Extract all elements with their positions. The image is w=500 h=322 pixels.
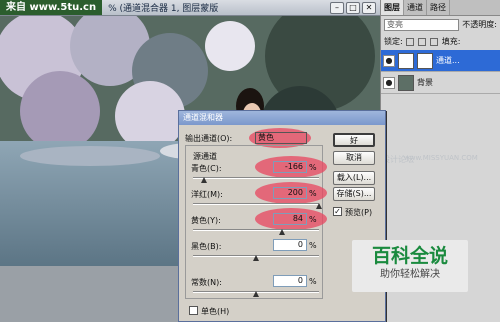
load-button[interactable]: 载入(L)... — [333, 171, 375, 185]
layer-row[interactable]: ● 背景 — [381, 72, 500, 94]
document-titlebar: 来自 www.5tu.cn % (通道混合器 1, 图层蒙版 – □ ✕ — [0, 0, 380, 16]
black-unit: % — [309, 241, 317, 250]
preview-label: 预览(P) — [345, 208, 373, 217]
preview-checkbox[interactable]: ✓ — [333, 207, 342, 216]
layer-name: 通道... — [436, 56, 460, 65]
magenta-input[interactable]: 200 — [273, 187, 307, 199]
panel-tabs: 图层 通道 路径 — [381, 0, 500, 16]
cyan-slider-knob[interactable] — [200, 177, 207, 183]
baike-logo: 百科全说 助你轻松解决 — [352, 240, 468, 292]
eye-icon[interactable]: ● — [383, 76, 395, 89]
cyan-slider[interactable] — [193, 177, 319, 179]
eye-icon[interactable]: ● — [383, 54, 395, 67]
cyan-input[interactable]: -166 — [273, 161, 307, 173]
dialog-title: 通道混和器 — [179, 111, 385, 125]
output-channel-select[interactable]: 黄色 — [255, 132, 307, 144]
maximize-icon[interactable]: □ — [346, 2, 360, 14]
yellow-label: 黄色(Y): — [191, 216, 221, 225]
site-url-watermark: www.MISSYUAN.COM — [404, 154, 478, 162]
save-button[interactable]: 存储(S)... — [333, 187, 375, 201]
yellow-unit: % — [309, 215, 317, 224]
minimize-icon[interactable]: – — [330, 2, 344, 14]
output-channel-value: 黄色 — [258, 133, 274, 142]
black-slider-knob[interactable] — [253, 255, 259, 261]
site-watermark: 来自 www.5tu.cn — [0, 0, 103, 15]
layer-name: 背景 — [417, 78, 433, 87]
lock-label: 锁定: — [384, 37, 403, 46]
ok-button[interactable]: 好 — [333, 133, 375, 147]
magenta-label: 洋红(M): — [191, 190, 223, 199]
cyan-label: 青色(C): — [191, 164, 222, 173]
yellow-slider[interactable] — [193, 229, 319, 231]
document-title: % (通道混合器 1, 图层蒙版 — [108, 4, 219, 14]
magenta-slider-knob[interactable] — [316, 203, 322, 209]
black-input[interactable]: 0 — [273, 239, 307, 251]
mask-thumbnail[interactable] — [417, 52, 433, 69]
lock-position-icon[interactable] — [429, 37, 438, 46]
lock-transparency-icon[interactable] — [405, 37, 414, 46]
blend-mode-select[interactable]: 变亮 — [384, 18, 460, 31]
black-label: 黑色(B): — [191, 242, 222, 251]
cyan-unit: % — [309, 163, 317, 172]
magenta-slider[interactable] — [193, 203, 319, 205]
mono-checkbox[interactable] — [189, 306, 198, 315]
tab-paths[interactable]: 路径 — [427, 0, 450, 15]
tab-layers[interactable]: 图层 — [381, 0, 404, 15]
output-channel-label: 输出通道(O): — [185, 134, 233, 143]
close-icon[interactable]: ✕ — [362, 2, 376, 14]
source-channels-label: 源通道 — [191, 151, 219, 162]
logo-subtitle: 助你轻松解决 — [380, 269, 440, 280]
fill-label: 填充: — [441, 37, 461, 46]
mono-label: 单色(H) — [201, 307, 230, 316]
yellow-slider-knob[interactable] — [279, 229, 286, 235]
adjustment-thumbnail — [398, 52, 414, 69]
constant-input[interactable]: 0 — [273, 275, 307, 287]
blend-row: 变亮 不透明度: — [381, 16, 500, 33]
tab-channels[interactable]: 通道 — [404, 0, 427, 15]
lock-pixels-icon[interactable] — [417, 37, 426, 46]
yellow-input[interactable]: 84 — [273, 213, 307, 225]
window-controls: – □ ✕ — [330, 2, 376, 14]
background-thumbnail — [398, 74, 414, 91]
opacity-label: 不透明度: — [462, 20, 497, 29]
cancel-button[interactable]: 取消 — [333, 151, 375, 165]
magenta-unit: % — [309, 189, 317, 198]
constant-unit: % — [309, 277, 317, 286]
lock-row: 锁定: 填充: — [381, 33, 500, 50]
layer-row[interactable]: ● 通道... — [381, 50, 500, 72]
logo-title: 百科全说 — [371, 245, 448, 267]
constant-label: 常数(N): — [191, 278, 222, 287]
constant-slider-knob[interactable] — [253, 291, 259, 297]
